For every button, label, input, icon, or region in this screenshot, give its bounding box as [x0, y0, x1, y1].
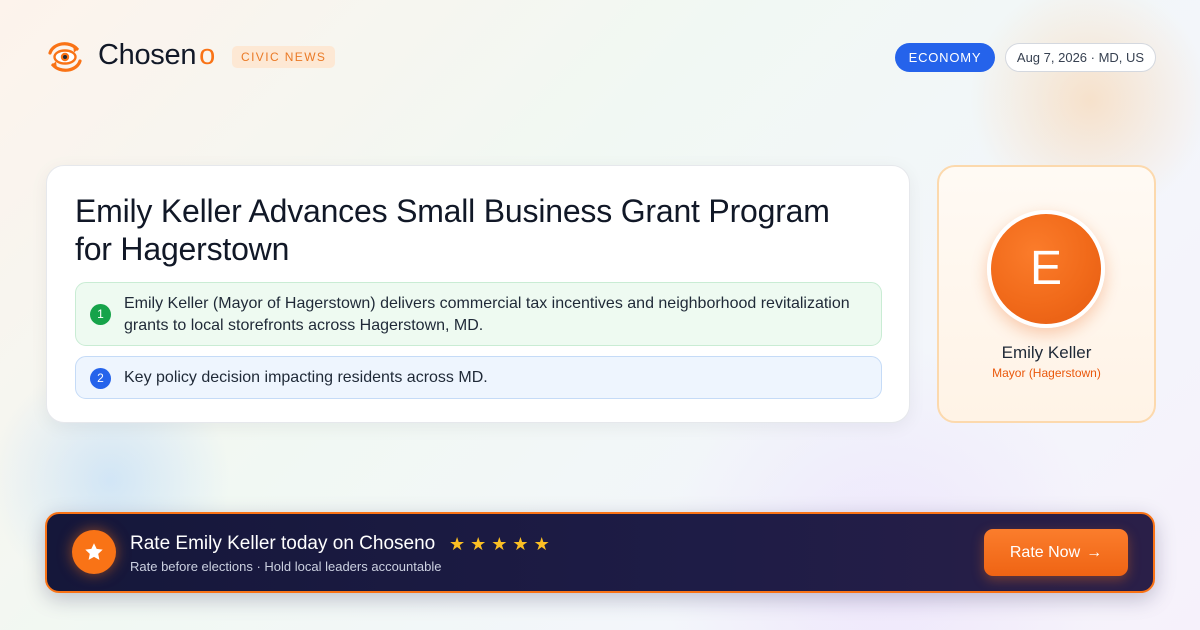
key-point-number: 1	[90, 304, 111, 325]
key-point-text: Key policy decision impacting residents …	[124, 369, 488, 386]
star-rating-icon[interactable]: ★	[470, 535, 486, 553]
key-point-1: 1 Emily Keller (Mayor of Hagerstown) del…	[75, 282, 882, 346]
civic-news-tag: CIVIC NEWS	[232, 46, 336, 68]
brand-name[interactable]: Chosen o	[98, 39, 215, 72]
category-badge[interactable]: ECONOMY	[895, 43, 995, 72]
star-rating-icon[interactable]: ★	[491, 535, 507, 553]
profile-role: Mayor (Hagerstown)	[992, 366, 1101, 380]
star-icon	[72, 530, 116, 574]
cta-title: Rate Emily Keller today on Choseno	[130, 533, 436, 554]
brand-name-suffix: o	[199, 39, 216, 71]
key-point-2: 2 Key policy decision impacting resident…	[75, 356, 882, 399]
key-point-number: 2	[90, 368, 111, 389]
date-location-badge: Aug 7, 2026 · MD, US	[1005, 43, 1156, 72]
rate-now-label: Rate Now	[1009, 544, 1081, 561]
star-rating-icon[interactable]: ★	[512, 535, 528, 553]
star-rating-icon[interactable]: ★	[449, 535, 465, 553]
rate-now-button[interactable]: Rate Now →	[984, 529, 1128, 576]
avatar: E	[987, 210, 1105, 328]
star-rating-icon[interactable]: ★	[534, 535, 550, 553]
article-headline: Emily Keller Advances Small Business Gra…	[75, 193, 830, 267]
cta-subtitle: Rate before elections · Hold local leade…	[130, 559, 442, 574]
brand-name-text: Chosen	[98, 39, 197, 71]
rating-stars[interactable]: ★ ★ ★ ★ ★	[449, 535, 555, 553]
arrow-right-icon: →	[1086, 544, 1103, 561]
key-point-text: Emily Keller (Mayor of Hagerstown) deliv…	[124, 295, 850, 334]
brand-logo-icon	[46, 40, 84, 74]
profile-name: Emily Keller	[1001, 343, 1092, 362]
